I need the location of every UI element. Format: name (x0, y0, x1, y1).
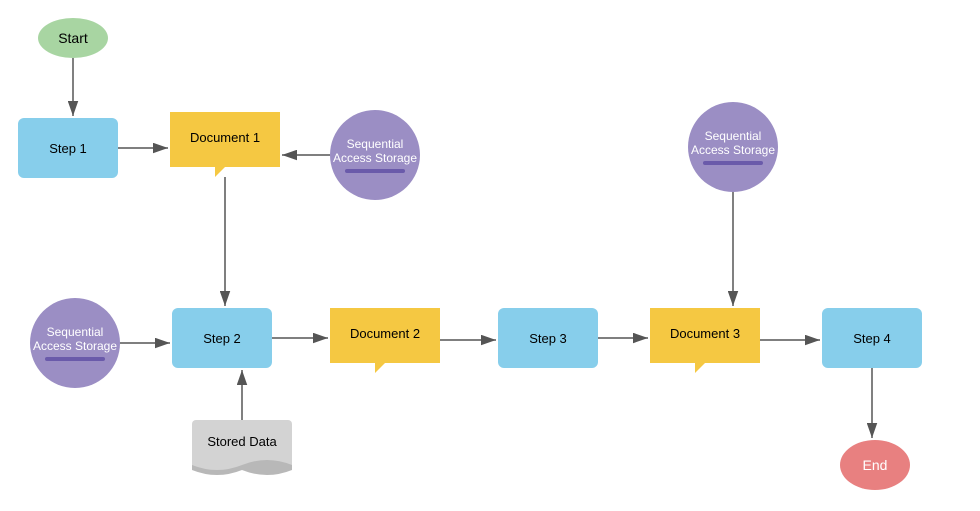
step1-node: Step 1 (18, 118, 118, 178)
step4-node: Step 4 (822, 308, 922, 368)
storage1-label: SequentialAccess Storage (333, 137, 417, 165)
storage3-label: SequentialAccess Storage (33, 325, 117, 353)
stored-data-label: Stored Data (192, 434, 292, 449)
document2-label: Document 2 (330, 326, 440, 341)
document2-node: Document 2 (330, 308, 440, 373)
storage2-node: SequentialAccess Storage (688, 102, 778, 192)
end-node: End (840, 440, 910, 490)
storage2-label: SequentialAccess Storage (691, 129, 775, 157)
start-node: Start (38, 18, 108, 58)
document1-node: Document 1 (170, 112, 280, 177)
storage1-node: SequentialAccess Storage (330, 110, 420, 200)
document3-label: Document 3 (650, 326, 760, 341)
stored-data-node: Stored Data (192, 420, 292, 480)
flowchart-diagram: Start Step 1 Document 1 SequentialAccess… (0, 0, 980, 511)
step2-node: Step 2 (172, 308, 272, 368)
document1-label: Document 1 (170, 130, 280, 145)
storage3-node: SequentialAccess Storage (30, 298, 120, 388)
step3-node: Step 3 (498, 308, 598, 368)
arrows-layer (0, 0, 980, 511)
document3-node: Document 3 (650, 308, 760, 373)
